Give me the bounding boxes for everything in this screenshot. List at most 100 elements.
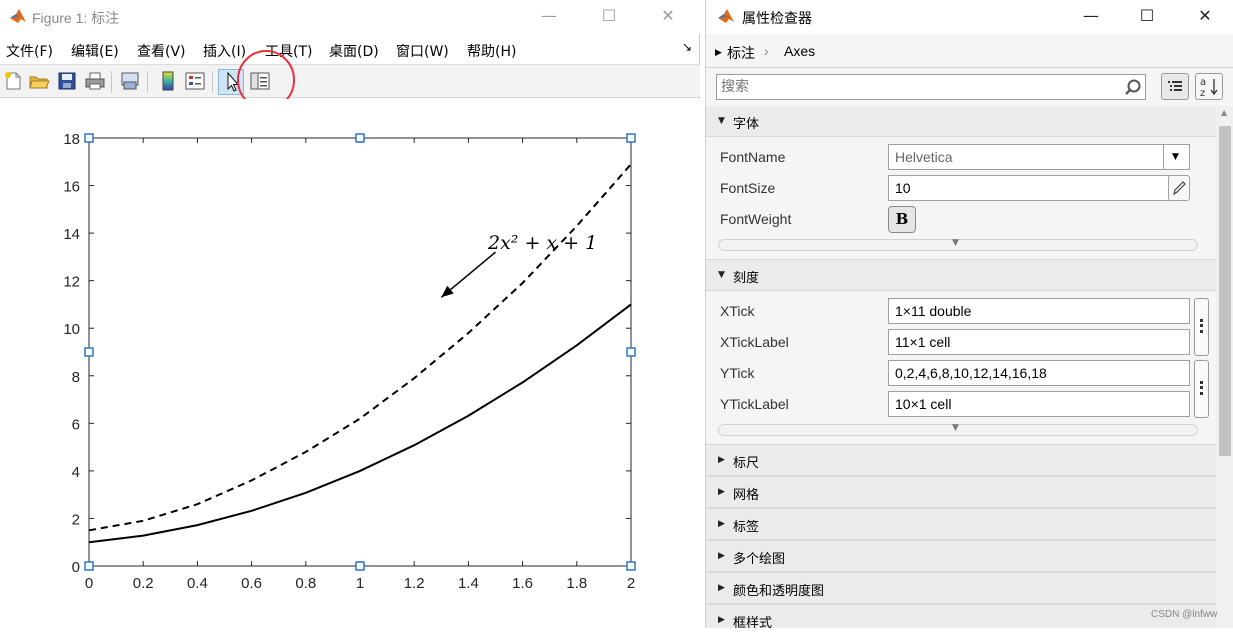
x-tick-label: 1.6: [512, 575, 533, 592]
property-list: ▼ 字体 FontName Helvetica ▼ FontSize 10 Fo…: [706, 106, 1216, 628]
caret-down-icon: ▼: [718, 270, 725, 280]
x-tick-label: 0.2: [133, 575, 154, 592]
matlab-logo-icon: [10, 9, 26, 23]
fontsize-field[interactable]: 10: [888, 175, 1170, 201]
new-figure-icon[interactable]: [2, 70, 24, 92]
print-icon[interactable]: [84, 70, 106, 92]
figure-menubar: 文件(F) 编辑(E) 查看(V) 插入(I) 工具(T) 桌面(D) 窗口(W…: [0, 38, 700, 62]
x-tick-label: 0.8: [295, 575, 316, 592]
link-plot-icon[interactable]: [119, 70, 141, 92]
menu-file[interactable]: 文件(F): [6, 41, 53, 61]
selection-handle: [626, 347, 636, 357]
save-icon[interactable]: [56, 70, 78, 92]
prop-label-xtick: XTick: [720, 303, 755, 319]
y-tick-label: 16: [63, 179, 80, 196]
legend-icon[interactable]: [184, 70, 206, 92]
chevron-down-icon: ▼: [1172, 152, 1179, 162]
toolbar-separator: [212, 71, 213, 93]
property-inspector-window: 属性检查器 — ☐ ✕ ▶ 标注 › Axes a z ▼: [705, 0, 1233, 628]
caret-right-icon: ▶: [718, 487, 725, 497]
toolbar-separator: [111, 71, 112, 93]
prop-label-fontsize: FontSize: [720, 180, 776, 196]
caret-right-icon: ▶: [718, 615, 725, 625]
section-ruler-header[interactable]: ▶ 标尺: [706, 444, 1216, 476]
x-tick-label: 2: [627, 575, 635, 592]
x-tick-label: 1.8: [566, 575, 587, 592]
breadcrumb-item[interactable]: 标注: [727, 43, 755, 63]
y-tick-label: 0: [72, 559, 80, 576]
menu-desktop[interactable]: 桌面(D): [329, 41, 379, 61]
more-vertical-icon: [1200, 319, 1203, 333]
sort-az-icon: a z: [1200, 77, 1218, 99]
y-tick-label: 4: [72, 464, 80, 481]
selection-handle: [626, 133, 636, 143]
section-grid-header[interactable]: ▶ 网格: [706, 476, 1216, 508]
close-icon[interactable]: ✕: [657, 6, 679, 26]
yticklabel-field[interactable]: 10×1 cell: [888, 391, 1190, 417]
scrollbar-thumb[interactable]: [1219, 126, 1231, 456]
inspector-title: 属性检查器: [742, 11, 812, 27]
caret-right-icon: ▶: [718, 455, 725, 465]
colorbar-icon[interactable]: [157, 70, 179, 92]
figure-title: Figure 1: 标注: [32, 10, 120, 26]
breadcrumb: ▶ 标注 › Axes: [706, 36, 1233, 68]
section-multiplot-header[interactable]: ▶ 多个绘图: [706, 540, 1216, 572]
fontweight-bold-toggle[interactable]: B: [888, 206, 916, 233]
y-tick-label: 10: [63, 321, 80, 338]
xtick-field[interactable]: 1×11 double: [888, 298, 1190, 324]
prop-label-yticklabel: YTickLabel: [720, 396, 789, 412]
y-tick-label: 14: [63, 226, 80, 243]
svg-text:z: z: [1200, 88, 1205, 99]
figure-titlebar[interactable]: Figure 1: 标注 — ☐ ✕: [0, 0, 700, 34]
plot-area: 0 0.2 0.4 0.6 0.8 1 1.2 1.4 1.6 1.8 2 0 2 4 6 8 10 12 14 16…: [0, 99, 700, 628]
breadcrumb-item[interactable]: Axes: [784, 43, 815, 59]
close-icon[interactable]: ✕: [1194, 6, 1216, 26]
search-box[interactable]: [716, 74, 1146, 100]
menu-edit[interactable]: 编辑(E): [71, 41, 119, 61]
xticklabel-field[interactable]: 11×1 cell: [888, 329, 1190, 355]
caret-right-icon: ▶: [718, 583, 725, 593]
menu-view[interactable]: 查看(V): [137, 41, 186, 61]
xtick-more-button[interactable]: [1194, 298, 1209, 356]
ytick-more-button[interactable]: [1194, 360, 1209, 418]
maximize-icon[interactable]: ☐: [598, 6, 620, 26]
menu-help[interactable]: 帮助(H): [467, 41, 516, 61]
fontname-dropdown-button[interactable]: ▼: [1163, 144, 1190, 170]
group-view-button[interactable]: [1161, 73, 1189, 100]
chevron-down-icon: ▼: [952, 238, 959, 248]
section-box-style-header[interactable]: ▶ 框样式: [706, 604, 1216, 628]
section-color-alpha-header[interactable]: ▶ 颜色和透明度图: [706, 572, 1216, 604]
figure-toolbar: [0, 50, 700, 110]
vertical-scrollbar[interactable]: ▲: [1216, 106, 1233, 628]
section-ticks-header[interactable]: ▼ 刻度: [706, 259, 1216, 291]
search-input[interactable]: [721, 77, 1111, 97]
y-tick-label: 2: [72, 511, 80, 528]
search-icon[interactable]: [1123, 78, 1143, 98]
x-tick-label: 0: [85, 575, 93, 592]
selection-handle: [355, 133, 365, 143]
fontname-dropdown[interactable]: Helvetica: [888, 144, 1164, 170]
minimize-icon[interactable]: —: [538, 6, 560, 26]
section-font-header[interactable]: ▼ 字体: [706, 106, 1216, 137]
menu-window[interactable]: 窗口(W): [396, 41, 449, 61]
caret-down-icon: ▼: [718, 116, 725, 126]
open-file-icon[interactable]: [28, 70, 50, 92]
ytick-field[interactable]: 0,2,4,6,8,10,12,14,16,18: [888, 360, 1190, 386]
inspector-titlebar[interactable]: 属性检查器 — ☐ ✕: [706, 0, 1233, 34]
y-tick-label: 8: [72, 369, 80, 386]
sort-alpha-button[interactable]: a z: [1195, 73, 1223, 100]
prop-label-xticklabel: XTickLabel: [720, 334, 789, 350]
dock-arrow-icon[interactable]: ↘: [682, 40, 692, 54]
selection-handle: [84, 133, 94, 143]
prop-label-fontweight: FontWeight: [720, 211, 792, 227]
breadcrumb-expand-icon[interactable]: ▶: [715, 47, 722, 58]
font-expand-bar[interactable]: ▼: [718, 238, 1198, 251]
selection-handle: [626, 561, 636, 571]
ticks-expand-bar[interactable]: ▼: [718, 423, 1198, 436]
section-labels-header[interactable]: ▶ 标签: [706, 508, 1216, 540]
maximize-icon[interactable]: ☐: [1136, 6, 1158, 26]
chevron-right-icon: ›: [764, 43, 769, 59]
fontsize-edit-button[interactable]: [1168, 175, 1190, 201]
minimize-icon[interactable]: —: [1080, 6, 1102, 26]
scroll-up-icon[interactable]: ▲: [1221, 108, 1227, 117]
